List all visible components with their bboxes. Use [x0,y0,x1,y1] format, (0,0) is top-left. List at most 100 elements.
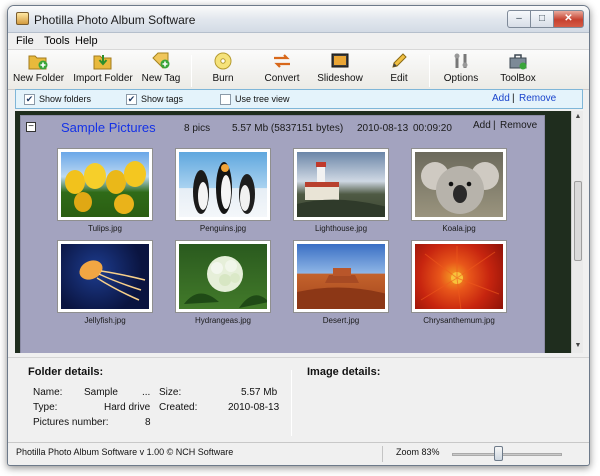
photo-caption-koala: Koala.jpg [442,224,476,233]
app-window: Photilla Photo Album Software – □ ✕ File… [7,5,590,466]
title-bar[interactable]: Photilla Photo Album Software – □ ✕ [8,6,589,33]
photo-thumbnail-tulips[interactable] [57,148,153,221]
menu-file[interactable]: File [16,35,34,47]
window-title: Photilla Photo Album Software [34,13,196,27]
import-folder-icon [93,55,112,70]
jellyfish-image [61,244,149,309]
koala-image [415,152,503,217]
pictures-number-value: 8 [145,417,151,428]
new-folder-icon [28,55,48,70]
album-add-link[interactable]: Add [473,120,491,131]
close-button[interactable]: ✕ [553,10,584,28]
scroll-up-icon[interactable]: ▲ [574,113,582,121]
app-icon [16,12,29,25]
add-link[interactable]: Add [492,93,510,104]
pencil-icon [392,53,407,68]
photo-caption-tulips: Tulips.jpg [88,224,122,233]
album-size: 5.57 Mb (5837151 bytes) [232,123,344,134]
folder-created-value: 2010-08-13 [228,402,280,413]
convert-button[interactable]: Convert [262,52,302,89]
folder-type-label: Type: [33,402,58,413]
penguins-image [179,152,267,217]
burn-button[interactable]: Burn [207,52,239,89]
edit-button[interactable]: Edit [384,52,414,89]
photo-thumbnail-penguins[interactable] [175,148,271,221]
menu-help[interactable]: Help [75,35,98,47]
toolbox-button[interactable]: ToolBox [498,52,538,89]
photo-thumbnail-hydrangeas[interactable] [175,240,271,313]
options-wrench-icon [454,53,468,68]
lighthouse-image [297,152,385,217]
photo-caption-jellyfish: Jellyfish.jpg [84,316,126,325]
show-tags-checkbox[interactable]: ✔ [126,94,137,105]
hydrangeas-image [179,244,267,309]
convert-arrows-icon [274,54,290,68]
maximize-button[interactable]: □ [530,10,554,28]
toolbar-separator [191,55,192,87]
minimize-button[interactable]: – [507,10,531,28]
folder-created-label: Created: [159,402,198,413]
disc-icon [214,52,232,70]
zoom-label: Zoom 83% [396,447,440,457]
collapse-toggle[interactable]: − [26,122,36,132]
use-tree-view-checkbox[interactable] [220,94,231,105]
folder-name-more-button[interactable]: ... [142,387,150,398]
status-text: Photilla Photo Album Software v 1.00 © N… [16,447,234,457]
scroll-down-icon[interactable]: ▼ [574,342,582,350]
desert-image [297,244,385,309]
album-date: 2010-08-13 [357,123,409,134]
zoom-slider-track[interactable] [452,453,562,456]
photo-thumbnail-desert[interactable] [293,240,389,313]
album-title[interactable]: Sample Pictures [61,120,156,135]
status-bar: Photilla Photo Album Software v 1.00 © N… [8,442,589,464]
close-icon: ✕ [564,13,573,24]
album-panel: − Sample Pictures 8 pics 5.57 Mb (583715… [20,115,545,353]
show-tags-label: Show tags [141,94,184,104]
use-tree-view-label: Use tree view [235,94,290,104]
minimize-icon: – [516,13,522,24]
remove-link[interactable]: Remove [519,93,556,104]
toolbar-separator [429,55,430,87]
new-tag-button[interactable]: New Tag [140,52,182,89]
import-folder-button[interactable]: Import Folder [71,52,135,89]
details-panel: Folder details: Name: Sample ... Type: H… [8,357,589,441]
slideshow-button[interactable]: Slideshow [317,52,363,89]
status-separator [382,446,383,462]
folder-name-value: Sample [84,387,118,398]
show-folders-checkbox[interactable]: ✔ [24,94,35,105]
photo-caption-lighthouse: Lighthouse.jpg [314,224,368,233]
gallery-scrollbar[interactable]: ▲ ▼ [571,111,583,353]
photo-thumbnail-jellyfish[interactable] [57,240,153,313]
image-details-heading: Image details: [307,366,381,378]
photo-thumbnail-chrysanthemum[interactable] [411,240,507,313]
new-folder-button[interactable]: New Folder [13,52,64,89]
folder-size-label: Size: [159,387,182,398]
folder-size-value: 5.57 Mb [241,387,278,398]
show-folders-label: Show folders [39,94,92,104]
album-count: 8 pics [184,123,211,134]
toolbox-icon [509,54,527,70]
album-time: 00:09:20 [413,123,452,134]
new-tag-icon [152,52,170,69]
photo-caption-penguins: Penguins.jpg [199,224,247,233]
photo-thumbnail-koala[interactable] [411,148,507,221]
photo-caption-hydrangeas: Hydrangeas.jpg [194,316,252,325]
album-remove-link[interactable]: Remove [500,120,537,131]
photo-caption-chrysanthemum: Chrysanthemum.jpg [423,316,495,325]
photo-thumbnail-lighthouse[interactable] [293,148,389,221]
chrysanthemum-image [415,244,503,309]
pictures-number-label: Pictures number: [33,417,109,428]
menu-tools[interactable]: Tools [44,35,70,47]
details-divider [291,370,292,436]
options-button[interactable]: Options [441,52,481,89]
zoom-slider-thumb[interactable] [493,446,503,461]
scrollbar-thumb[interactable] [574,181,582,261]
album-link-separator: | [493,120,496,131]
menu-bar: File Tools Help [8,33,589,49]
folder-details-heading: Folder details: [28,366,104,378]
folder-name-label: Name: [33,387,63,398]
slideshow-icon [331,53,349,68]
view-options-bar: ✔ Show folders ✔ Show tags Use tree view… [15,89,583,109]
photo-gallery: − Sample Pictures 8 pics 5.57 Mb (583715… [15,111,576,353]
tulips-image [61,152,149,217]
